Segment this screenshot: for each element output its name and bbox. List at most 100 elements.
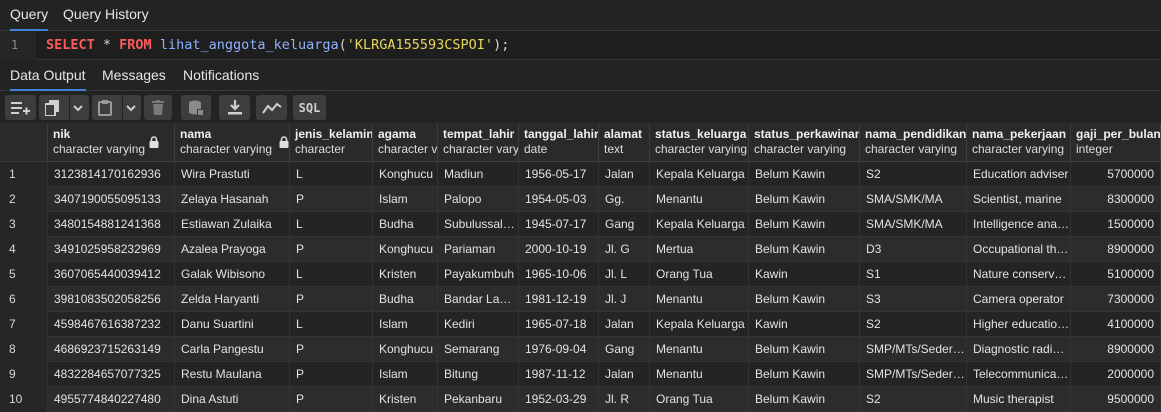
cell-status-perkawinan[interactable]: Belum Kawin [749, 212, 860, 237]
cell-status-keluarga[interactable]: Orang Tua [650, 387, 749, 412]
cell-nama-pendidikan[interactable]: SMA/SMK/MA [860, 212, 967, 237]
cell-nama[interactable]: Zelda Haryanti [175, 287, 290, 312]
column-header-status-keluarga[interactable]: status_keluarga character varying [650, 123, 749, 162]
table-row[interactable]: 7 4598467616387232 Danu Suartini L Islam Kedi… [0, 312, 1161, 337]
cell-nama-pendidikan[interactable]: S3 [860, 287, 967, 312]
chevron-down-icon[interactable] [73, 104, 83, 112]
cell-jenis-kelamin[interactable]: P [290, 387, 373, 412]
cell-jenis-kelamin[interactable]: L [290, 262, 373, 287]
cell-nama-pendidikan[interactable]: SMA/SMK/MA [860, 187, 967, 212]
cell-alamat[interactable]: Gang [599, 212, 650, 237]
cell-agama[interactable]: Konghucu [373, 162, 438, 187]
cell-alamat[interactable]: Jl. G [599, 237, 650, 262]
cell-gaji-per-bulan[interactable]: 2000000 [1071, 362, 1161, 387]
row-number[interactable]: 10 [0, 387, 48, 412]
cell-tempat-lahir[interactable]: Kediri [438, 312, 519, 337]
cell-tempat-lahir[interactable]: Semarang [438, 337, 519, 362]
cell-status-keluarga[interactable]: Menantu [650, 337, 749, 362]
cell-jenis-kelamin[interactable]: P [290, 362, 373, 387]
cell-tempat-lahir[interactable]: Madiun [438, 162, 519, 187]
cell-tanggal-lahir[interactable]: 1987-11-12 [519, 362, 599, 387]
cell-gaji-per-bulan[interactable]: 8300000 [1071, 187, 1161, 212]
cell-nik[interactable]: 3981083502058256 [48, 287, 175, 312]
cell-status-perkawinan[interactable]: Belum Kawin [749, 387, 860, 412]
cell-status-perkawinan[interactable]: Belum Kawin [749, 337, 860, 362]
cell-gaji-per-bulan[interactable]: 5100000 [1071, 262, 1161, 287]
row-number[interactable]: 9 [0, 362, 48, 387]
cell-tempat-lahir[interactable]: Pariaman [438, 237, 519, 262]
chevron-down-icon[interactable] [125, 104, 136, 112]
cell-nama-pekerjaan[interactable]: Nature conservation officer [967, 262, 1071, 287]
column-header-gaji-per-bulan[interactable]: gaji_per_bulan integer [1071, 123, 1161, 162]
row-number[interactable]: 3 [0, 212, 48, 237]
cell-tempat-lahir[interactable]: Bandar Lampung [438, 287, 519, 312]
cell-alamat[interactable]: Jl. R [599, 387, 650, 412]
cell-nama-pekerjaan[interactable]: Telecommunications researcher [967, 362, 1071, 387]
cell-nama-pekerjaan[interactable]: Education adviser [967, 162, 1071, 187]
cell-nama-pekerjaan[interactable]: Scientist, marine [967, 187, 1071, 212]
cell-nama-pekerjaan[interactable]: Music therapist [967, 387, 1071, 412]
cell-tempat-lahir[interactable]: Palopo [438, 187, 519, 212]
cell-nama-pekerjaan[interactable]: Diagnostic radiographer [967, 337, 1071, 362]
cell-nik[interactable]: 4955774840227480 [48, 387, 175, 412]
cell-tanggal-lahir[interactable]: 1981-12-19 [519, 287, 599, 312]
cell-nik[interactable]: 4832284657077325 [48, 362, 175, 387]
cell-nama[interactable]: Danu Suartini [175, 312, 290, 337]
cell-jenis-kelamin[interactable]: P [290, 337, 373, 362]
column-header-nama[interactable]: nama character varying [175, 123, 290, 162]
cell-tanggal-lahir[interactable]: 1965-07-18 [519, 312, 599, 337]
cell-tanggal-lahir[interactable]: 1952-03-29 [519, 387, 599, 412]
cell-status-keluarga[interactable]: Orang Tua [650, 262, 749, 287]
cell-status-keluarga[interactable]: Kepala Keluarga [650, 162, 749, 187]
column-header-agama[interactable]: agamacharacter varying [373, 123, 438, 162]
cell-tanggal-lahir[interactable]: 2000-10-19 [519, 237, 599, 262]
cell-status-perkawinan[interactable]: Belum Kawin [749, 162, 860, 187]
tab-query[interactable]: Query [10, 0, 49, 31]
cell-status-keluarga[interactable]: Kepala Keluarga [650, 312, 749, 337]
copy-button-group[interactable] [39, 95, 89, 120]
sql-code-line[interactable]: SELECT * FROM lihat_anggota_keluarga('KL… [46, 31, 509, 60]
cell-tanggal-lahir[interactable]: 1956-05-17 [519, 162, 599, 187]
cell-nik[interactable]: 4598467616387232 [48, 312, 175, 337]
cell-jenis-kelamin[interactable]: L [290, 162, 373, 187]
table-row[interactable]: 1 3123814170162936 Wira Prastuti L Konghucu M… [0, 162, 1161, 187]
column-header-jenis-kelamin[interactable]: jenis_kelamin character [290, 123, 373, 162]
row-number[interactable]: 7 [0, 312, 48, 337]
cell-nik[interactable]: 3123814170162936 [48, 162, 175, 187]
cell-tanggal-lahir[interactable]: 1965-10-06 [519, 262, 599, 287]
row-number[interactable]: 4 [0, 237, 48, 262]
table-row[interactable]: 8 4686923715263149 Carla Pangestu P Konghucu… [0, 337, 1161, 362]
row-number[interactable]: 6 [0, 287, 48, 312]
cell-status-perkawinan[interactable]: Belum Kawin [749, 362, 860, 387]
cell-nama-pendidikan[interactable]: SMP/MTs/Sederajat [860, 337, 967, 362]
cell-jenis-kelamin[interactable]: P [290, 287, 373, 312]
cell-tanggal-lahir[interactable]: 1976-09-04 [519, 337, 599, 362]
column-header-nama-pekerjaan[interactable]: nama_pekerjaan character varying [967, 123, 1071, 162]
cell-tempat-lahir[interactable]: Subulussalam [438, 212, 519, 237]
cell-nik[interactable]: 3607065440039412 [48, 262, 175, 287]
cell-nama-pekerjaan[interactable]: Camera operator [967, 287, 1071, 312]
column-header-status-perkawinan[interactable]: status_perkawinan character varying [749, 123, 860, 162]
cell-nama[interactable]: Carla Pangestu [175, 337, 290, 362]
graph-visualiser-button[interactable] [256, 95, 287, 120]
cell-gaji-per-bulan[interactable]: 4100000 [1071, 312, 1161, 337]
save-data-button[interactable] [181, 95, 211, 120]
cell-nama[interactable]: Dina Astuti [175, 387, 290, 412]
cell-jenis-kelamin[interactable]: P [290, 187, 373, 212]
cell-agama[interactable]: Kristen [373, 262, 438, 287]
cell-nama-pendidikan[interactable]: S2 [860, 162, 967, 187]
cell-agama[interactable]: Islam [373, 187, 438, 212]
cell-status-keluarga[interactable]: Menantu [650, 287, 749, 312]
cell-nama-pendidikan[interactable]: S2 [860, 387, 967, 412]
cell-agama[interactable]: Budha [373, 287, 438, 312]
cell-alamat[interactable]: Jalan [599, 162, 650, 187]
cell-nama-pendidikan[interactable]: S1 [860, 262, 967, 287]
tab-messages[interactable]: Messages [102, 61, 166, 91]
cell-nama-pendidikan[interactable]: D3 [860, 237, 967, 262]
cell-agama[interactable]: Budha [373, 212, 438, 237]
cell-status-perkawinan[interactable]: Kawin [749, 262, 860, 287]
cell-gaji-per-bulan[interactable]: 8900000 [1071, 237, 1161, 262]
row-number[interactable]: 1 [0, 162, 48, 187]
cell-nik[interactable]: 3480154881241368 [48, 212, 175, 237]
cell-nama-pendidikan[interactable]: S2 [860, 312, 967, 337]
